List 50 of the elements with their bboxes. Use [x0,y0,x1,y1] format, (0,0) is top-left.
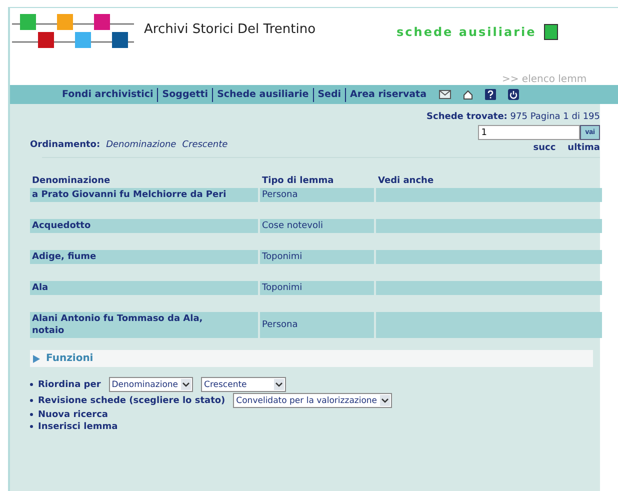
table-cell: Persona [260,188,374,202]
power-icon[interactable] [508,89,519,100]
column-header: Vedi anche [377,175,435,188]
dropdown[interactable]: Convelidato per la valorizzazione [233,393,392,408]
caret-icon [181,379,192,390]
ordering-label: Ordinamento: [30,140,100,152]
home-icon[interactable] [462,90,473,100]
function-link[interactable]: Nuova ricerca [38,410,108,420]
column-header: Tipo di lemma [261,175,335,188]
pager-link[interactable]: ultima [568,143,600,153]
mail-icon[interactable] [438,90,451,99]
function-link[interactable]: Riordina per [38,380,101,390]
ordering-direction: Crescente [182,140,228,152]
functions-title[interactable]: Funzioni [46,353,94,364]
bullet-icon [30,425,33,428]
nav-link[interactable]: Soggetti [162,89,208,100]
section-title: schede ausiliarie [396,25,536,39]
column-header: Denominazione [31,175,112,188]
bullet-icon [30,399,33,402]
table-cell: Toponimi [260,281,374,295]
bullet-icon [30,413,33,416]
triangle-icon[interactable] [33,354,40,362]
function-link[interactable]: Inserisci lemma [38,422,118,432]
page-input[interactable]: 1 [478,125,580,140]
table-cell[interactable]: Alani Antonio fu Tommaso da Ala, notaio [30,312,258,338]
pager-link[interactable]: succ [533,143,556,153]
nav-link[interactable]: Sedi [318,89,342,100]
dropdown[interactable]: Crescente [201,377,286,392]
ordering-field: Denominazione [106,140,176,153]
table-cell[interactable]: Adige, fiume [30,250,258,264]
nav-link[interactable]: Area riservata [350,89,427,100]
bullet-icon [30,383,33,386]
site-title: Archivi Storici Del Trentino [144,22,316,37]
results-label: Schede trovate: [426,112,508,122]
table-cell: Cose notevoli [260,219,374,233]
breadcrumb: >> elenco lemm [502,74,587,85]
caret-icon [274,379,284,390]
nav-link[interactable]: Fondi archivistici [62,89,154,100]
square-icon [544,24,558,40]
function-link[interactable]: Revisione schede (scegliere lo stato) [38,396,226,406]
table-cell[interactable]: Ala [30,281,258,295]
help-icon[interactable] [484,89,496,100]
table-cell[interactable]: Acquedotto [30,219,258,233]
caret-icon [380,395,390,406]
results-summary: 975 Pagina 1 di 195 [510,112,600,122]
dropdown[interactable]: Denominazione [108,377,194,392]
nav-link[interactable]: Schede ausiliarie [217,89,309,100]
table-cell: Toponimi [260,250,374,264]
table-cell: Persona [260,312,374,338]
table-cell[interactable]: a Prato Giovanni fu Melchiorre da Peri [30,188,258,202]
